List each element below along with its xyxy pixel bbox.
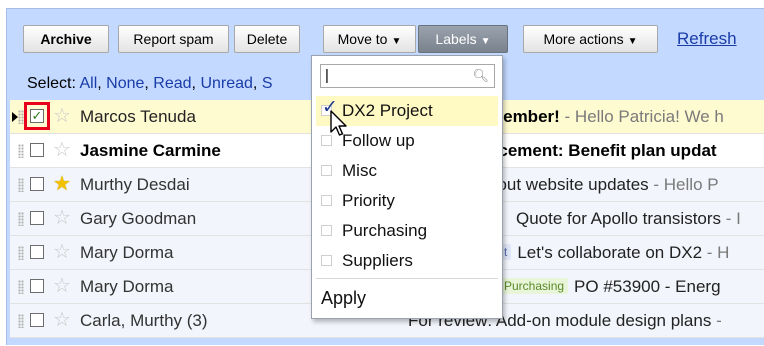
message-snippet: - H [702,243,730,262]
drag-handle-icon[interactable] [18,314,24,328]
message-subject: bout website updates - Hello P [488,175,719,194]
drag-handle-icon[interactable] [18,144,24,158]
move-to-button[interactable]: Move to ▼ [323,25,416,53]
labels-label: Labels [435,31,477,47]
label-option-purchasing[interactable]: Purchasing [316,216,498,246]
star-icon[interactable]: ☆ [53,105,71,127]
label-option-text: DX2 Project [342,101,433,120]
message-snippet: - [711,311,722,330]
label-option-text: Misc [342,161,377,180]
star-icon[interactable]: ☆ [53,207,71,229]
label-search-input[interactable]: | 🔍︎ [320,64,495,88]
labels-button[interactable]: Labels ▼ [418,25,508,53]
chevron-down-icon: ▼ [391,36,402,47]
message-snippet: - Hello P [648,175,719,194]
more-actions-button[interactable]: More actions ▼ [523,25,658,53]
message-subject: t Let's collaborate on DX2 - H [500,243,729,263]
star-icon[interactable]: ☆ [53,139,71,161]
star-icon[interactable]: ☆ [53,241,71,263]
message-subject: ncement: Benefit plan updat [488,141,717,160]
star-icon[interactable]: ☆ [53,275,71,297]
report-spam-button[interactable]: Report spam [118,25,229,53]
star-icon[interactable]: ☆ [53,309,71,331]
label-option-misc[interactable]: Misc [316,156,498,186]
label-option-priority[interactable]: Priority [316,186,498,216]
chevron-down-icon: ▼ [480,36,491,47]
drag-handle-icon[interactable] [18,280,24,294]
message-subject: Purchasing PO #53900 - Energ [500,277,721,297]
select-starred-link[interactable]: S [262,75,273,92]
label-option-text: Priority [342,191,395,210]
row-checkbox[interactable] [30,313,44,327]
refresh-link[interactable]: Refresh [677,25,737,53]
sender-name: Mary Dorma [80,243,174,262]
message-subject: Quote for Apollo transistors - I [516,209,741,228]
label-option-text: Purchasing [342,221,428,240]
more-actions-label: More actions [543,31,624,47]
checkbox-highlight-box [24,102,50,130]
row-checkbox[interactable] [30,211,44,225]
drag-handle-icon[interactable] [18,246,24,260]
sender-name: Carla, Murthy (3) [80,311,208,330]
archive-button[interactable]: Archive [23,25,109,53]
label-checkbox[interactable] [321,195,332,206]
label-option-suppliers[interactable]: Suppliers [316,246,498,276]
label-option-text: Suppliers [342,251,413,270]
select-unread-link[interactable]: Unread [200,75,252,92]
label-checkbox[interactable] [321,225,332,236]
row-checkbox[interactable] [30,279,44,293]
drag-handle-icon[interactable] [18,178,24,192]
sender-name: Mary Dorma [80,277,174,296]
row-checkbox[interactable] [30,177,44,191]
star-icon[interactable]: ★ [53,173,71,195]
message-snippet: - Hello Patricia! We h [559,107,724,126]
select-none-link[interactable]: None [106,75,144,92]
row-checkbox[interactable] [30,143,44,157]
menu-divider [316,278,498,279]
label-checkbox[interactable] [321,255,332,266]
sender-name: Marcos Tenuda [80,107,196,126]
label-checkbox[interactable] [321,165,332,176]
select-bar: Select: All, None, Read, Unread, S [27,75,273,92]
label-option-text: Follow up [342,131,415,150]
message-snippet: - I [721,209,741,228]
delete-button[interactable]: Delete [234,25,300,53]
drag-handle-icon[interactable] [18,212,24,226]
sender-name: Jasmine Carmine [80,141,221,160]
labels-dropdown-menu: | 🔍︎ ✓ DX2 Project Follow up Misc Priori… [311,55,503,319]
chevron-down-icon: ▼ [627,36,638,47]
row-checkbox[interactable] [30,245,44,259]
move-to-label: Move to [337,31,388,47]
text-caret: | [325,67,329,84]
select-prefix: Select: [27,75,76,92]
apply-button[interactable]: Apply [321,284,366,312]
label-chip: Purchasing [500,278,569,294]
select-all-link[interactable]: All [79,75,97,92]
select-read-link[interactable]: Read [153,75,191,92]
sender-name: Gary Goodman [80,209,197,228]
sender-name: Murthy Desdai [80,175,190,194]
search-icon: 🔍︎ [472,68,489,83]
message-subject: member! - Hello Patricia! We h [488,107,724,126]
mouse-cursor-icon [330,110,347,136]
